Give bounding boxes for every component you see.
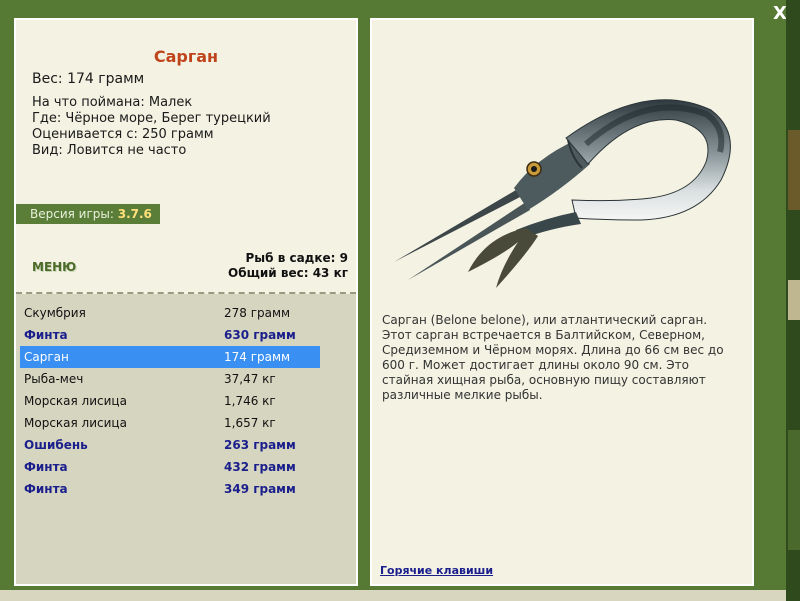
catch-row[interactable]: Финта 349 грамм — [20, 478, 320, 500]
location-info: Где: Чёрное море, Берег турецкий — [32, 111, 271, 126]
catch-fish-name: Морская лисица — [24, 416, 127, 430]
garfish-image — [394, 99, 731, 288]
catch-fish-name: Сарган — [24, 350, 69, 364]
catch-fish-weight: 263 грамм — [224, 438, 296, 452]
keep-count: Рыб в садке: 9 — [245, 251, 349, 265]
fish-weight: Вес: 174 грамм — [32, 71, 145, 87]
fish-name-title: Сарган — [153, 47, 219, 66]
version-label: Версия игры: — [30, 207, 114, 221]
hotkeys-link[interactable]: Горячие клавиши — [380, 564, 493, 577]
catch-row[interactable]: Сарган 174 грамм — [20, 346, 320, 368]
bait-info: На что поймана: Малек — [32, 95, 193, 110]
catch-fish-weight: 37,47 кг — [224, 372, 276, 386]
valuation-info: Оценивается с: 250 грамм — [32, 127, 214, 142]
catch-fish-weight: 1,657 кг — [224, 416, 276, 430]
catch-fish-name: Морская лисица — [24, 394, 127, 408]
rarity-info: Вид: Ловится не часто — [32, 143, 187, 158]
catch-fish-name: Финта — [24, 482, 68, 496]
catch-row[interactable]: Морская лисица 1,746 кг — [20, 390, 320, 412]
fish-detail-panel: Сарган (Belone belone), или атлантически… — [370, 18, 754, 586]
fish-description: Сарган (Belone belone), или атлантически… — [382, 313, 724, 402]
catch-row[interactable]: Ошибень 263 грамм — [20, 434, 320, 456]
catch-row[interactable]: Финта 432 грамм — [20, 456, 320, 478]
menu-button[interactable]: МЕНЮ — [32, 260, 76, 274]
game-window: X Сарган Вес: 174 грамм На что поймана: … — [0, 0, 787, 601]
catch-list: Скумбрия 278 грамм Финта 630 грамм Сарган 174… — [20, 302, 320, 500]
keep-total-weight: Общий вес: 43 кг — [228, 266, 348, 280]
catch-row[interactable]: Морская лисица 1,657 кг — [20, 412, 320, 434]
fish-info-panel: Сарган Вес: 174 грамм На что поймана: Ма… — [14, 18, 358, 586]
catch-row[interactable]: Скумбрия 278 грамм — [20, 302, 320, 324]
catch-fish-name: Ошибень — [24, 438, 88, 452]
catch-fish-weight: 1,746 кг — [224, 394, 276, 408]
catch-row[interactable]: Рыба-меч 37,47 кг — [20, 368, 320, 390]
catch-fish-weight: 174 грамм — [224, 350, 291, 364]
catch-fish-name: Рыба-меч — [24, 372, 84, 386]
bottom-background-strip — [0, 590, 786, 601]
catch-row[interactable]: Финта 630 грамм — [20, 324, 320, 346]
catch-fish-name: Скумбрия — [24, 306, 86, 320]
version-value: 3.7.6 — [117, 207, 152, 221]
divider — [16, 292, 356, 294]
catch-fish-name: Финта — [24, 328, 68, 342]
game-version-bar: Версия игры: 3.7.6 — [16, 204, 160, 224]
background-strip — [786, 0, 800, 601]
catch-fish-weight: 349 грамм — [224, 482, 296, 496]
catch-fish-weight: 432 грамм — [224, 460, 296, 474]
keep-stats: Рыб в садке: 9 Общий вес: 43 кг — [228, 251, 348, 281]
catch-fish-weight: 278 грамм — [224, 306, 291, 320]
catch-fish-name: Финта — [24, 460, 68, 474]
catch-fish-weight: 630 грамм — [224, 328, 296, 342]
